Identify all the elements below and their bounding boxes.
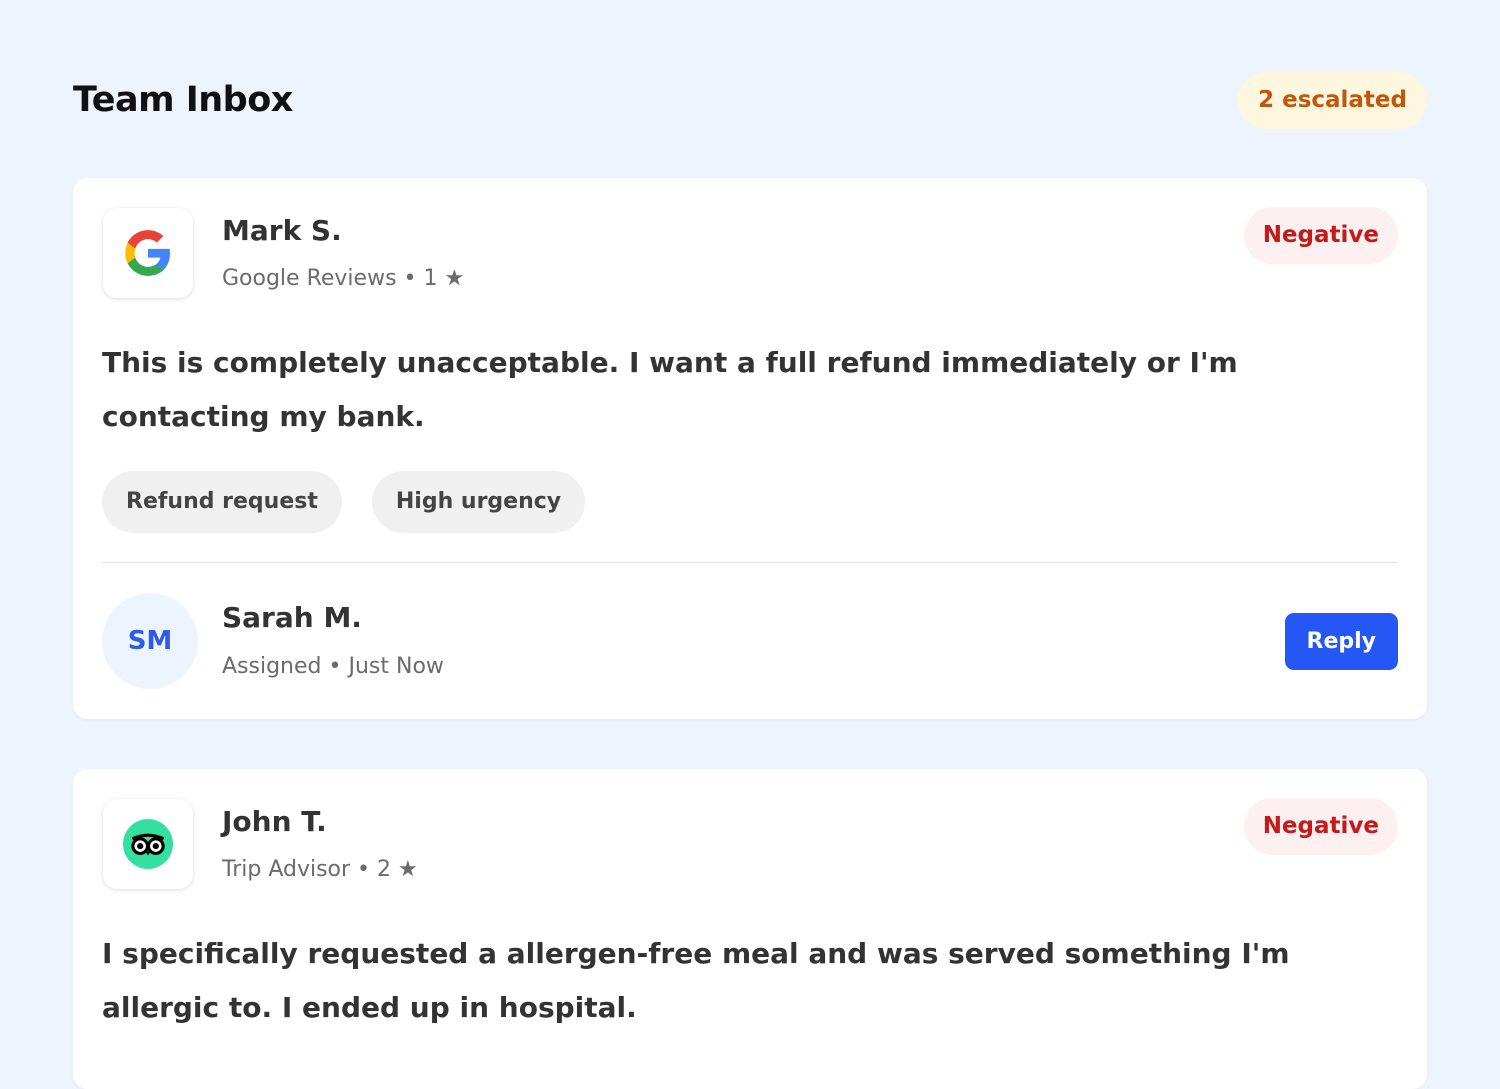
reviewer-name: Mark S. — [222, 214, 342, 247]
meta-separator: • — [328, 654, 342, 679]
escalated-badge[interactable]: 2 escalated — [1238, 72, 1427, 129]
google-logo-icon — [103, 208, 193, 298]
review-meta: Google Reviews • 1 ★ — [222, 266, 464, 291]
star-rating: 1 ★ — [423, 266, 465, 291]
sentiment-badge[interactable]: Negative — [1243, 798, 1398, 855]
inbox-header: Team Inbox 2 escalated — [73, 72, 1427, 130]
tag-high-urgency[interactable]: High urgency — [371, 471, 586, 533]
review-card[interactable]: John T. Trip Advisor • 2 ★ Negative I sp… — [73, 769, 1427, 1089]
divider — [102, 562, 1398, 563]
tag-refund-request[interactable]: Refund request — [102, 471, 342, 533]
assignee-meta: Assigned • Just Now — [222, 654, 444, 679]
tripadvisor-owl-icon — [103, 799, 193, 889]
reviewer-name: John T. — [222, 805, 327, 838]
review-meta: Trip Advisor • 2 ★ — [222, 857, 418, 882]
star-rating: 2 ★ — [377, 857, 418, 882]
review-text: This is completely unacceptable. I want … — [102, 346, 1238, 433]
review-source: Trip Advisor — [222, 857, 351, 882]
sentiment-badge[interactable]: Negative — [1243, 207, 1398, 264]
review-card[interactable]: Mark S. Google Reviews • 1 ★ Negative Th… — [73, 178, 1427, 719]
tag-list: Refund request High urgency — [102, 471, 586, 533]
assignee-name: Sarah M. — [222, 601, 362, 634]
review-source: Google Reviews — [222, 266, 397, 291]
reply-button[interactable]: Reply — [1284, 613, 1398, 670]
meta-separator: • — [403, 266, 417, 291]
assignment-time: Just Now — [348, 654, 444, 679]
avatar: SM — [102, 593, 198, 689]
assignment-status: Assigned — [222, 654, 322, 679]
page-title: Team Inbox — [73, 80, 293, 120]
review-text: I specifically requested a allergen-free… — [102, 937, 1290, 1024]
meta-separator: • — [357, 857, 371, 882]
